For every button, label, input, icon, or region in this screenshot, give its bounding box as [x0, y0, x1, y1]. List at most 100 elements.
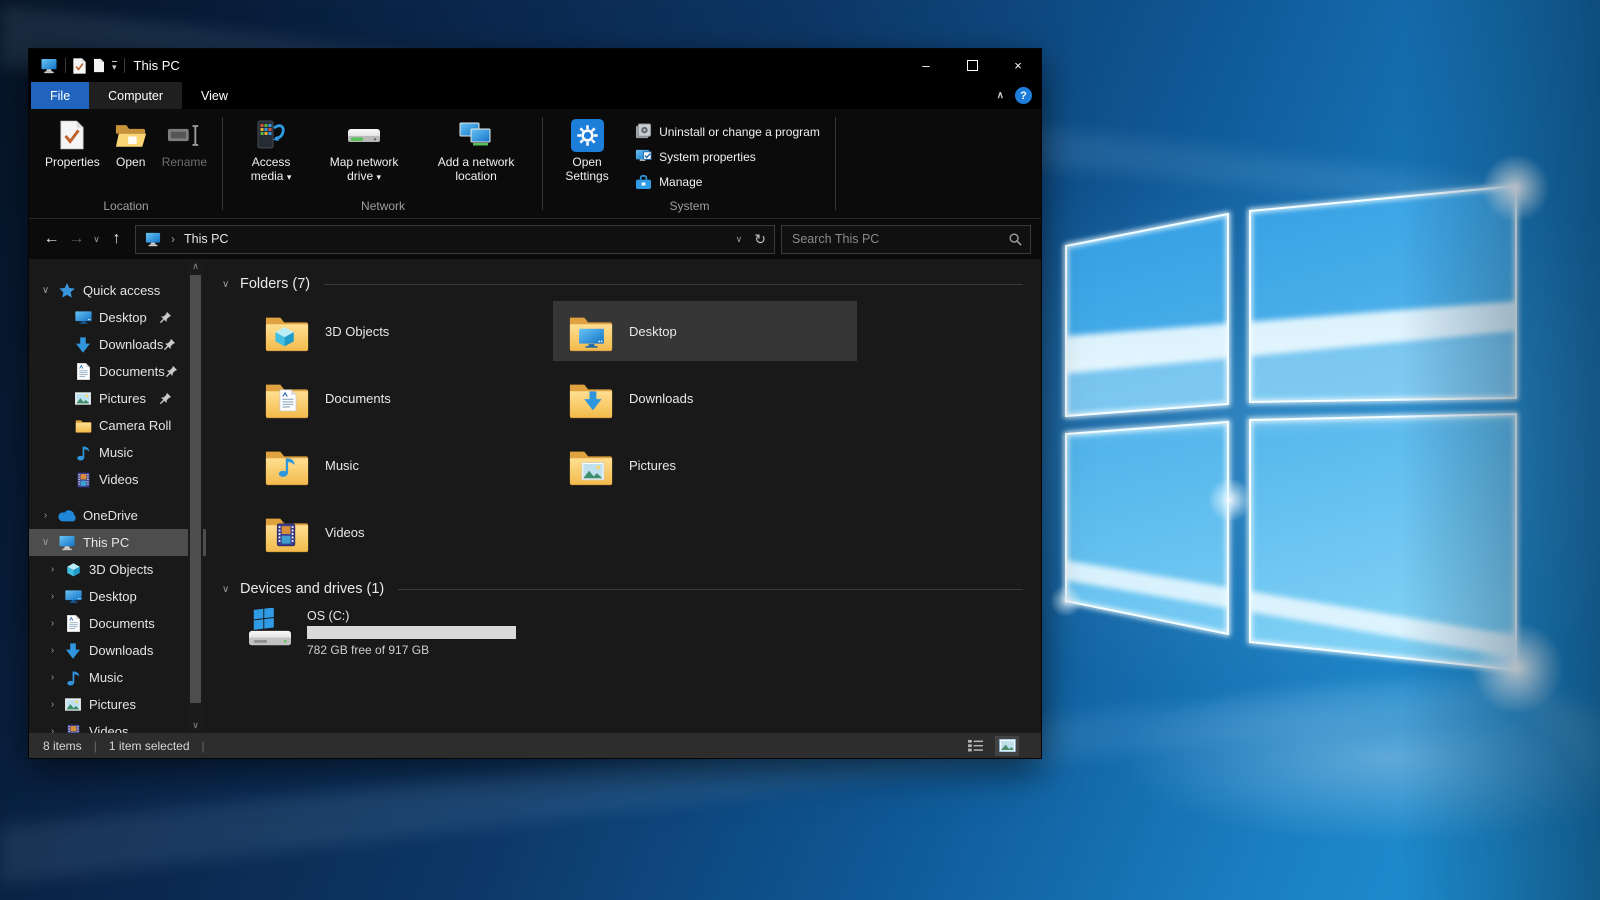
title-bar[interactable]: ▾ This PC – × [29, 49, 1041, 82]
open-settings-button[interactable]: Open Settings [553, 114, 621, 194]
minimize-button[interactable]: – [903, 49, 949, 82]
map-network-drive-button[interactable]: Map network drive ▾ [312, 114, 416, 184]
new-item-quick-icon[interactable] [93, 58, 105, 73]
sidebar-item-downloads[interactable]: Downloads [29, 331, 206, 358]
up-button[interactable]: ↑ [104, 227, 129, 252]
chevron-right-icon[interactable]: › [46, 618, 59, 629]
manage-toolbox-icon [635, 174, 652, 190]
chevron-down-icon[interactable]: ∨ [38, 537, 53, 548]
folder-tile-3d-objects[interactable]: 3D Objects [249, 301, 553, 361]
manage-button[interactable]: Manage [629, 169, 826, 194]
system-buttons: Open Settings Uninstall or change a prog… [553, 114, 826, 194]
ribbon-tab-row: File Computer View ∧ ? [29, 82, 1041, 109]
ribbon-helpers: ∧ ? [997, 82, 1041, 109]
devices-section-header[interactable]: ∨ Devices and drives (1) [222, 578, 1031, 600]
sidebar-item-documents[interactable]: Documents [29, 358, 206, 385]
scrollbar-thumb[interactable] [190, 275, 201, 703]
dropdown-icon: ▾ [287, 172, 292, 182]
sidebar-item-pc-music[interactable]: › Music [29, 664, 206, 691]
chevron-right-icon[interactable]: › [38, 510, 53, 521]
group-label-location: Location [39, 194, 213, 218]
folder-tile-music[interactable]: Music [249, 435, 553, 495]
tab-computer[interactable]: Computer [89, 82, 182, 109]
search-icon[interactable] [1008, 232, 1022, 246]
chevron-right-icon[interactable]: › [46, 699, 59, 710]
section-title: Folders (7) [240, 276, 310, 292]
desktop-icon [63, 590, 83, 603]
selection-count: 1 item selected [109, 739, 190, 753]
help-icon[interactable]: ? [1015, 87, 1032, 104]
customize-toolbar-dropdown-icon[interactable]: ▾ [112, 61, 117, 71]
chevron-right-icon[interactable]: › [46, 591, 59, 602]
chevron-right-icon[interactable]: › [46, 726, 59, 733]
chevron-right-icon[interactable]: › [46, 564, 59, 575]
search-input[interactable] [790, 231, 1002, 247]
computer-icon [144, 232, 162, 247]
sidebar-item-quick-access[interactable]: ∨ Quick access [29, 277, 206, 304]
chevron-down-icon[interactable]: ∨ [38, 285, 53, 296]
folders-grid: 3D Objects Desktop Documents [249, 301, 1031, 562]
folder-downloads-icon [568, 376, 614, 420]
sidebar-item-pc-documents[interactable]: › Documents [29, 610, 206, 637]
map-drive-label: Map network drive ▾ [318, 155, 410, 184]
properties-button[interactable]: Properties [39, 114, 106, 169]
tab-view[interactable]: View [182, 82, 247, 109]
details-view-button[interactable] [963, 736, 987, 756]
sidebar-item-3d-objects[interactable]: › 3D Objects [29, 556, 206, 583]
folder-tile-documents[interactable]: Documents [249, 368, 553, 428]
breadcrumb-location[interactable]: This PC [184, 232, 228, 246]
folder-3d-objects-icon [264, 309, 310, 353]
sidebar-item-this-pc[interactable]: ∨ This PC [29, 529, 206, 556]
computer-icon [40, 58, 58, 74]
folders-section-header[interactable]: ∨ Folders (7) [222, 273, 1031, 295]
sidebar-item-camera-roll[interactable]: Camera Roll [29, 412, 206, 439]
add-network-location-button[interactable]: Add a network location [419, 114, 533, 183]
rename-label: Rename [162, 155, 207, 169]
sidebar-item-pc-videos[interactable]: › Videos [29, 718, 206, 733]
chevron-right-icon[interactable]: › [46, 672, 59, 683]
address-dropdown-chevron-icon[interactable]: ∨ [736, 234, 743, 245]
toolbar-separator [124, 58, 125, 73]
sidebar-item-label: Music [89, 670, 123, 685]
sidebar-item-music[interactable]: Music [29, 439, 206, 466]
scroll-down-icon[interactable]: ∨ [192, 720, 199, 731]
section-chevron-icon[interactable]: ∨ [222, 279, 240, 290]
refresh-icon[interactable]: ↻ [754, 231, 766, 248]
collapse-ribbon-icon[interactable]: ∧ [997, 90, 1004, 101]
ribbon: Properties Open Rename Location Access m… [29, 109, 1041, 219]
folder-tile-videos[interactable]: Videos [249, 502, 553, 562]
open-button[interactable]: Open [109, 114, 153, 169]
sidebar-item-videos[interactable]: Videos [29, 466, 206, 493]
sidebar-scrollbar[interactable]: ∧ ∨ [188, 261, 203, 731]
sidebar-item-onedrive[interactable]: › OneDrive [29, 502, 206, 529]
scroll-up-icon[interactable]: ∧ [192, 261, 199, 272]
system-properties-button[interactable]: System properties [629, 144, 826, 169]
maximize-button[interactable] [949, 49, 995, 82]
uninstall-program-button[interactable]: Uninstall or change a program [629, 119, 826, 144]
folder-tile-pictures[interactable]: Pictures [553, 435, 857, 495]
breadcrumb[interactable]: › This PC ∨ ↻ [135, 225, 775, 254]
thumbnail-view-button[interactable] [995, 736, 1019, 756]
chevron-right-icon[interactable]: › [46, 645, 59, 656]
sidebar-item-pc-pictures[interactable]: › Pictures [29, 691, 206, 718]
sidebar-item-pictures[interactable]: Pictures [29, 385, 206, 412]
folder-tile-downloads[interactable]: Downloads [553, 368, 857, 428]
section-chevron-icon[interactable]: ∨ [222, 584, 240, 595]
folder-label: Desktop [629, 324, 677, 339]
search-box[interactable] [781, 225, 1031, 254]
drive-tile-os-c[interactable]: OS (C:) 782 GB free of 917 GB [245, 608, 1031, 657]
star-icon [57, 283, 77, 298]
media-server-icon [256, 117, 286, 153]
computer-icon [57, 535, 77, 551]
close-button[interactable]: × [995, 49, 1041, 82]
folder-tile-desktop[interactable]: Desktop [553, 301, 857, 361]
sidebar-item-desktop[interactable]: Desktop [29, 304, 206, 331]
sidebar-item-pc-desktop[interactable]: › Desktop [29, 583, 206, 610]
access-media-button[interactable]: Access media ▾ [233, 114, 309, 184]
back-button[interactable]: ← [39, 227, 64, 252]
ribbon-group-network: Access media ▾ Map network drive ▾ Add a… [223, 109, 543, 218]
sidebar-item-pc-downloads[interactable]: › Downloads [29, 637, 206, 664]
properties-quick-icon[interactable] [73, 58, 86, 74]
tab-file[interactable]: File [31, 82, 89, 109]
recent-locations-chevron-icon[interactable]: ∨ [89, 227, 104, 252]
